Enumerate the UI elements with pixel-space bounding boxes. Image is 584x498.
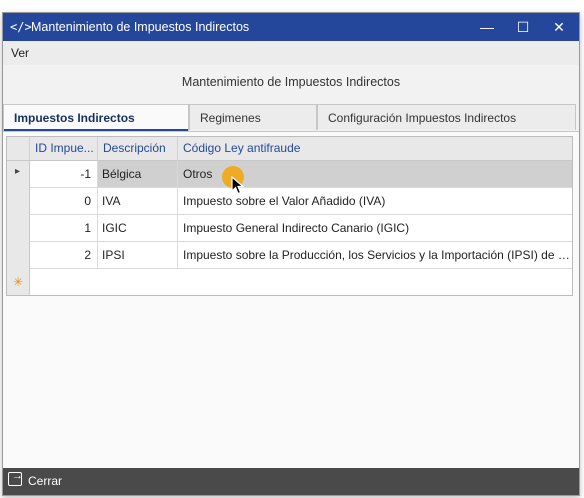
column-header-descripcion[interactable]: Descripción bbox=[98, 137, 178, 160]
header-corner bbox=[7, 137, 30, 160]
close-window-button[interactable]: ✕ bbox=[541, 13, 577, 41]
code-icon: </> bbox=[10, 20, 32, 34]
current-row-marker: ▸ bbox=[15, 166, 21, 177]
table-row[interactable]: 2 IPSI Impuesto sobre la Producción, los… bbox=[30, 242, 572, 269]
new-row-marker: ✳ bbox=[13, 275, 24, 289]
exit-icon bbox=[8, 470, 23, 486]
taxes-grid: ID Impue... Descripción Código Ley antif… bbox=[6, 136, 573, 296]
menu-bar: Ver bbox=[3, 41, 579, 65]
cell-id: -1 bbox=[30, 161, 98, 187]
tab-regimenes[interactable]: Regimenes bbox=[189, 104, 317, 130]
table-row[interactable]: 0 IVA Impuesto sobre el Valor Añadido (I… bbox=[30, 188, 572, 215]
title-bar: </> Mantenimiento de Impuestos Indirecto… bbox=[3, 13, 579, 41]
cell-descripcion: Bélgica bbox=[98, 161, 178, 187]
grid-header: ID Impue... Descripción Código Ley antif… bbox=[7, 137, 572, 161]
cell-id: 0 bbox=[30, 188, 98, 214]
column-header-ley[interactable]: Código Ley antifraude bbox=[178, 137, 572, 160]
column-header-id[interactable]: ID Impue... bbox=[30, 137, 98, 160]
tab-label: Impuestos Indirectos bbox=[14, 111, 135, 125]
cell-descripcion: IGIC bbox=[98, 215, 178, 241]
tab-label: Regimenes bbox=[200, 111, 261, 125]
cell-descripcion: IVA bbox=[98, 188, 178, 214]
table-row[interactable]: -1 Bélgica Otros bbox=[30, 161, 572, 188]
mouse-pointer-icon bbox=[231, 176, 245, 195]
cell-ley: Impuesto sobre la Producción, los Servic… bbox=[183, 248, 572, 262]
tab-strip: Impuestos Indirectos Regimenes Configura… bbox=[3, 104, 579, 131]
minimize-button[interactable]: — bbox=[469, 13, 505, 41]
tab-configuracion[interactable]: Configuración Impuestos Indirectos bbox=[317, 104, 576, 130]
cell-id: 2 bbox=[30, 242, 98, 268]
table-row[interactable]: 1 IGIC Impuesto General Indirecto Canari… bbox=[30, 215, 572, 242]
window-title: Mantenimiento de Impuestos Indirectos bbox=[31, 20, 250, 34]
form-header: Mantenimiento de Impuestos Indirectos bbox=[181, 75, 401, 89]
menu-ver[interactable]: Ver bbox=[11, 46, 29, 60]
maximize-button[interactable]: ☐ bbox=[505, 13, 541, 41]
cell-descripcion: IPSI bbox=[98, 242, 178, 268]
tab-label: Configuración Impuestos Indirectos bbox=[328, 111, 517, 125]
cell-id: 1 bbox=[30, 215, 98, 241]
new-row[interactable] bbox=[30, 269, 572, 296]
cell-ley: Impuesto General Indirecto Canario (IGIC… bbox=[183, 221, 410, 235]
tab-panel: ID Impue... Descripción Código Ley antif… bbox=[3, 131, 579, 469]
close-label: Cerrar bbox=[28, 474, 63, 488]
tab-impuestos-indirectos[interactable]: Impuestos Indirectos bbox=[3, 104, 189, 131]
main-window: </> Mantenimiento de Impuestos Indirecto… bbox=[2, 12, 580, 496]
bottom-bar: Cerrar bbox=[3, 468, 579, 495]
